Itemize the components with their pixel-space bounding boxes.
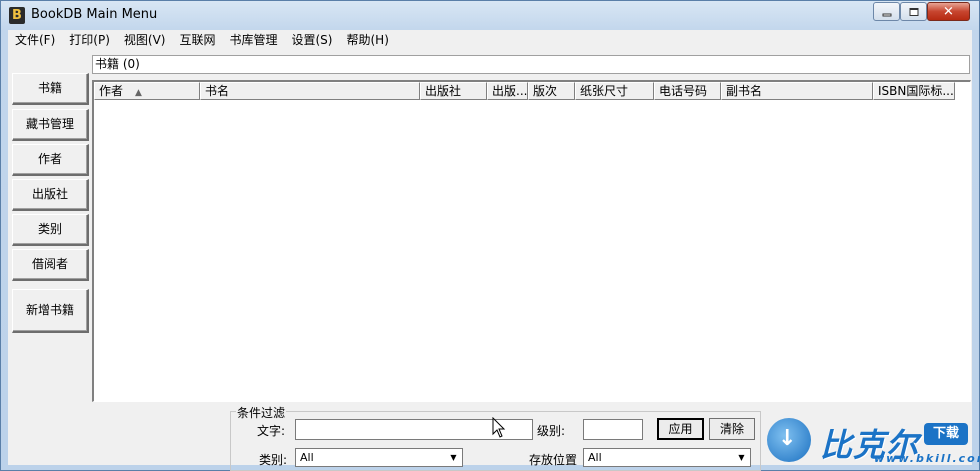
maximize-icon: [909, 7, 918, 16]
window-title: BookDB Main Menu: [31, 7, 158, 22]
column-header-subtitle[interactable]: 副书名: [721, 82, 873, 100]
mouse-pointer-icon: [492, 417, 506, 438]
nav-publishers-button[interactable]: 出版社: [12, 179, 89, 211]
nav-categories-button[interactable]: 类别: [12, 214, 89, 246]
client-area: 书籍 藏书管理 作者 出版社 类别 借阅者 新增书籍 书籍 (0) 作者 ▲ 书…: [8, 51, 972, 471]
menu-settings[interactable]: 设置(S): [285, 30, 340, 51]
close-icon: ✕: [943, 4, 954, 19]
level-label: 级别:: [537, 424, 566, 438]
menu-view[interactable]: 视图(V): [117, 30, 173, 51]
close-button[interactable]: ✕: [927, 2, 970, 21]
menu-print[interactable]: 打印(P): [62, 30, 117, 51]
column-header-phone[interactable]: 电话号码: [654, 82, 721, 100]
category-select-value: All: [300, 451, 314, 464]
menu-file[interactable]: 文件(F): [8, 30, 62, 51]
column-header-publish-date[interactable]: 出版...: [487, 82, 528, 100]
nav-books-button[interactable]: 书籍: [12, 73, 89, 105]
books-list-view[interactable]: 作者 ▲ 书名 出版社 出版... 版次 纸张尺寸 电话号码 副书名 ISBN国…: [92, 80, 971, 402]
storage-location-select-value: All: [588, 451, 602, 464]
app-icon[interactable]: B: [9, 7, 25, 24]
list-caption: 书籍 (0): [92, 55, 970, 74]
category-select[interactable]: All ▼: [295, 448, 463, 467]
menu-library-management[interactable]: 书库管理: [222, 30, 284, 51]
minimize-icon: [882, 13, 891, 16]
minimize-button[interactable]: [873, 2, 900, 21]
sort-ascending-icon: ▲: [135, 88, 142, 98]
column-header-author[interactable]: 作者 ▲: [94, 82, 200, 100]
column-header-paper-size[interactable]: 纸张尺寸: [575, 82, 654, 100]
watermark-badge: 下载: [924, 423, 968, 445]
column-header-edition[interactable]: 版次: [528, 82, 575, 100]
list-header: 作者 ▲ 书名 出版社 出版... 版次 纸张尺寸 电话号码 副书名 ISBN国…: [94, 82, 971, 100]
main-window: B BookDB Main Menu ✕ 文件(F) 打印(P) 视图(V) 互…: [0, 0, 980, 471]
storage-location-label: 存放位置: [529, 453, 578, 467]
dropdown-arrow-icon[interactable]: ▼: [735, 451, 748, 464]
text-filter-label: 文字:: [257, 424, 286, 438]
dropdown-arrow-icon[interactable]: ▼: [447, 451, 460, 464]
column-header-isbn[interactable]: ISBN国际标...: [873, 82, 955, 100]
watermark-logo: ↓ 比克尔 下载 www.bkill.com: [764, 414, 980, 468]
column-header-title[interactable]: 书名: [200, 82, 420, 100]
clear-button[interactable]: 清除: [709, 418, 755, 440]
category-label: 类别:: [259, 453, 288, 467]
level-input[interactable]: [583, 419, 643, 440]
download-arrow-icon: ↓: [778, 426, 797, 451]
maximize-button[interactable]: [900, 2, 927, 21]
watermark-url: www.bkill.com: [874, 452, 980, 465]
storage-location-select[interactable]: All ▼: [583, 448, 751, 467]
filter-group-title: 条件过滤: [236, 404, 287, 421]
column-header-label: 作者: [99, 84, 124, 98]
add-book-button[interactable]: 新增书籍: [12, 289, 89, 333]
menu-internet[interactable]: 互联网: [172, 30, 222, 51]
apply-button[interactable]: 应用: [657, 418, 704, 440]
column-header-publisher[interactable]: 出版社: [420, 82, 487, 100]
nav-borrowers-button[interactable]: 借阅者: [12, 249, 89, 281]
title-bar[interactable]: B BookDB Main Menu ✕: [1, 1, 979, 30]
menu-help[interactable]: 帮助(H): [339, 30, 395, 51]
menu-bar: 文件(F) 打印(P) 视图(V) 互联网 书库管理 设置(S) 帮助(H): [8, 30, 972, 51]
nav-collection-button[interactable]: 藏书管理: [12, 109, 89, 141]
nav-authors-button[interactable]: 作者: [12, 144, 89, 176]
